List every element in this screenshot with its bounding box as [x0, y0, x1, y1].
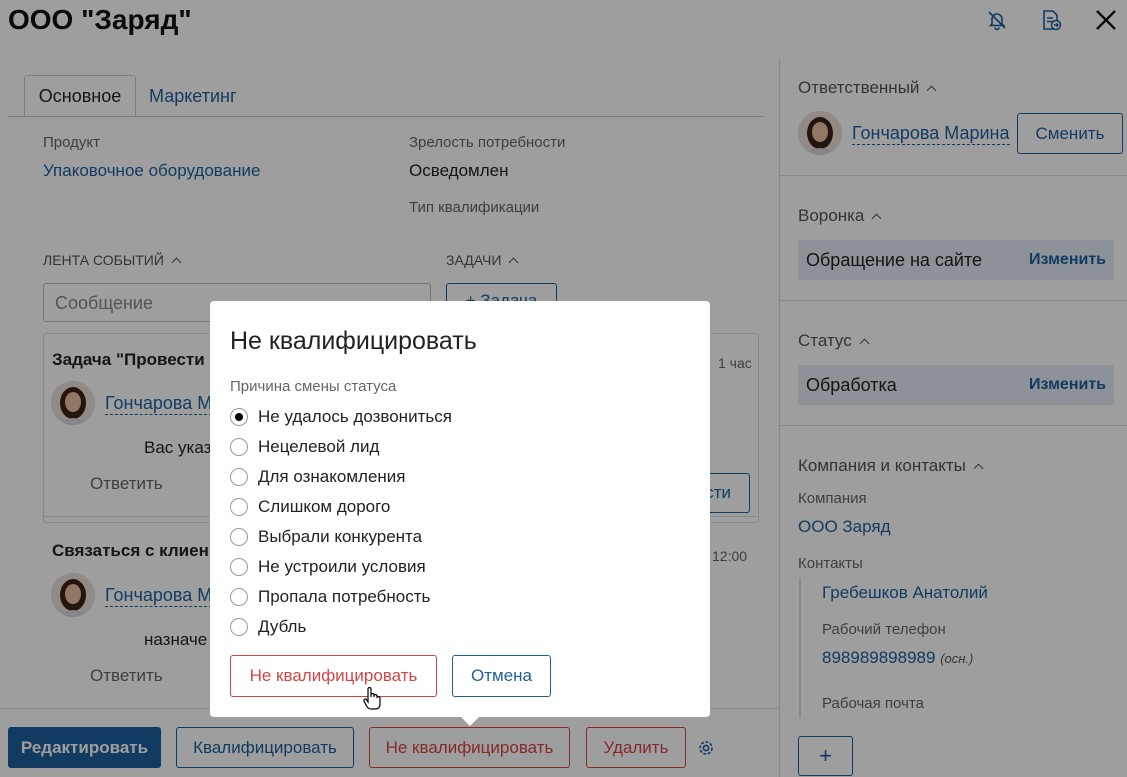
reason-option[interactable]: Выбрали конкурента — [230, 527, 422, 547]
reason-option[interactable]: Слишком дорого — [230, 497, 390, 517]
radio-unchecked-icon[interactable] — [230, 558, 248, 576]
reason-option[interactable]: Не удалось дозвониться — [230, 407, 452, 427]
reason-option-label: Нецелевой лид — [258, 437, 380, 456]
reason-label: Причина смены статуса — [230, 378, 397, 395]
confirm-disqualify-button[interactable]: Не квалифицировать — [230, 655, 437, 697]
reason-option-label: Не удалось дозвониться — [258, 407, 452, 426]
reason-option[interactable]: Нецелевой лид — [230, 437, 379, 457]
reason-option-label: Выбрали конкурента — [258, 527, 423, 546]
reason-option[interactable]: Дубль — [230, 617, 306, 637]
radio-unchecked-icon[interactable] — [230, 528, 248, 546]
reason-option-label: Дубль — [258, 617, 307, 636]
reason-option[interactable]: Не устроили условия — [230, 557, 426, 577]
radio-unchecked-icon[interactable] — [230, 588, 248, 606]
radio-unchecked-icon[interactable] — [230, 438, 248, 456]
radio-checked-icon[interactable] — [230, 408, 248, 426]
radio-unchecked-icon[interactable] — [230, 618, 248, 636]
reason-option-label: Пропала потребность — [258, 587, 431, 606]
reason-option-label: Слишком дорого — [258, 497, 391, 516]
cancel-button[interactable]: Отмена — [452, 655, 551, 697]
cursor-hand-icon — [363, 686, 381, 711]
reason-option[interactable]: Пропала потребность — [230, 587, 430, 607]
cancel-button-label: Отмена — [471, 666, 532, 685]
dialog-title: Не квалифицировать — [230, 327, 477, 355]
reason-option[interactable]: Для ознакомления — [230, 467, 406, 487]
disqualify-dialog: Не квалифицировать Причина смены статуса… — [210, 301, 710, 717]
radio-unchecked-icon[interactable] — [230, 498, 248, 516]
confirm-disqualify-label: Не квалифицировать — [249, 666, 418, 685]
reason-option-label: Для ознакомления — [258, 467, 406, 486]
reason-option-label: Не устроили условия — [258, 557, 426, 576]
radio-unchecked-icon[interactable] — [230, 468, 248, 486]
dialog-pointer — [458, 714, 482, 726]
